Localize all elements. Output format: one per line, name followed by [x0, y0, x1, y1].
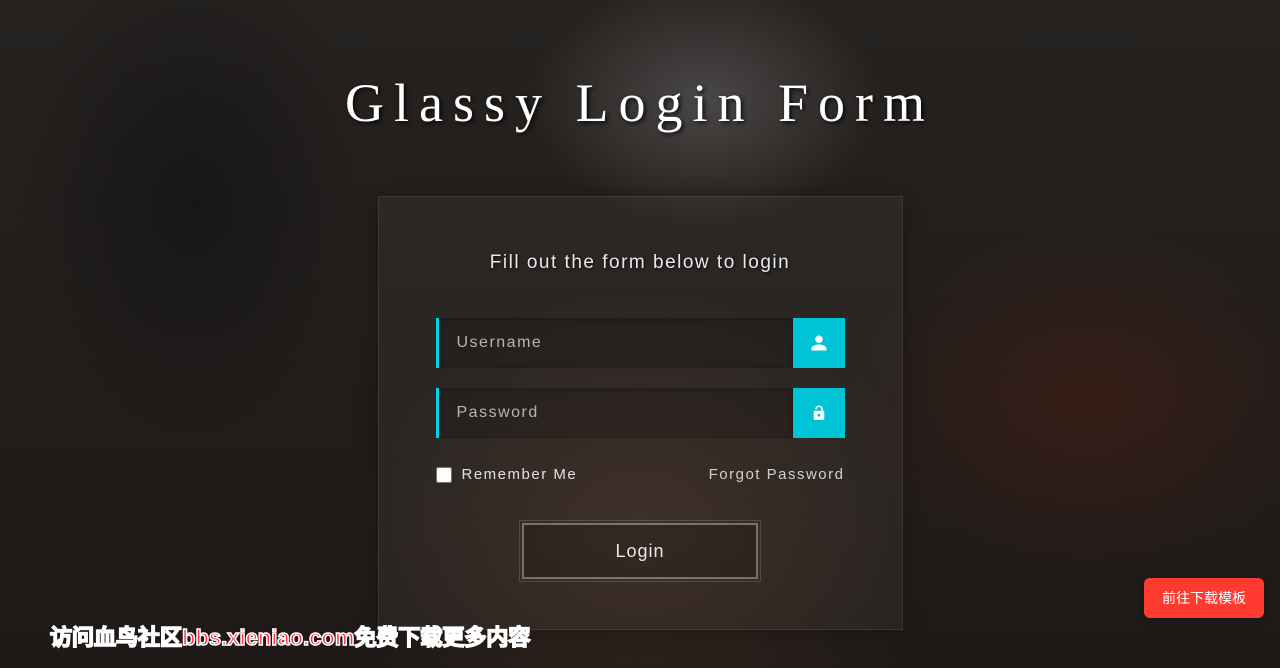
remember-checkbox[interactable] — [436, 467, 452, 483]
lock-icon — [793, 388, 845, 438]
watermark-text: 访问血鸟社区bbs.xieniao.com免费下载更多内容 — [50, 620, 530, 652]
remember-me-wrap: Remember Me — [436, 466, 578, 483]
download-template-button[interactable]: 前往下载模板 — [1144, 578, 1264, 618]
form-options-row: Remember Me Forgot Password — [436, 466, 845, 483]
user-icon — [793, 318, 845, 368]
form-subtitle: Fill out the form below to login — [436, 252, 845, 274]
forgot-password-link[interactable]: Forgot Password — [709, 466, 845, 483]
username-input[interactable] — [436, 318, 793, 368]
remember-label: Remember Me — [462, 466, 578, 483]
page-title: Glassy Login Form — [0, 0, 1280, 134]
password-input[interactable] — [436, 388, 793, 438]
login-form-panel: Fill out the form below to login Remembe… — [378, 196, 903, 630]
login-button[interactable]: Login — [522, 523, 758, 579]
username-group — [436, 318, 845, 368]
password-group — [436, 388, 845, 438]
